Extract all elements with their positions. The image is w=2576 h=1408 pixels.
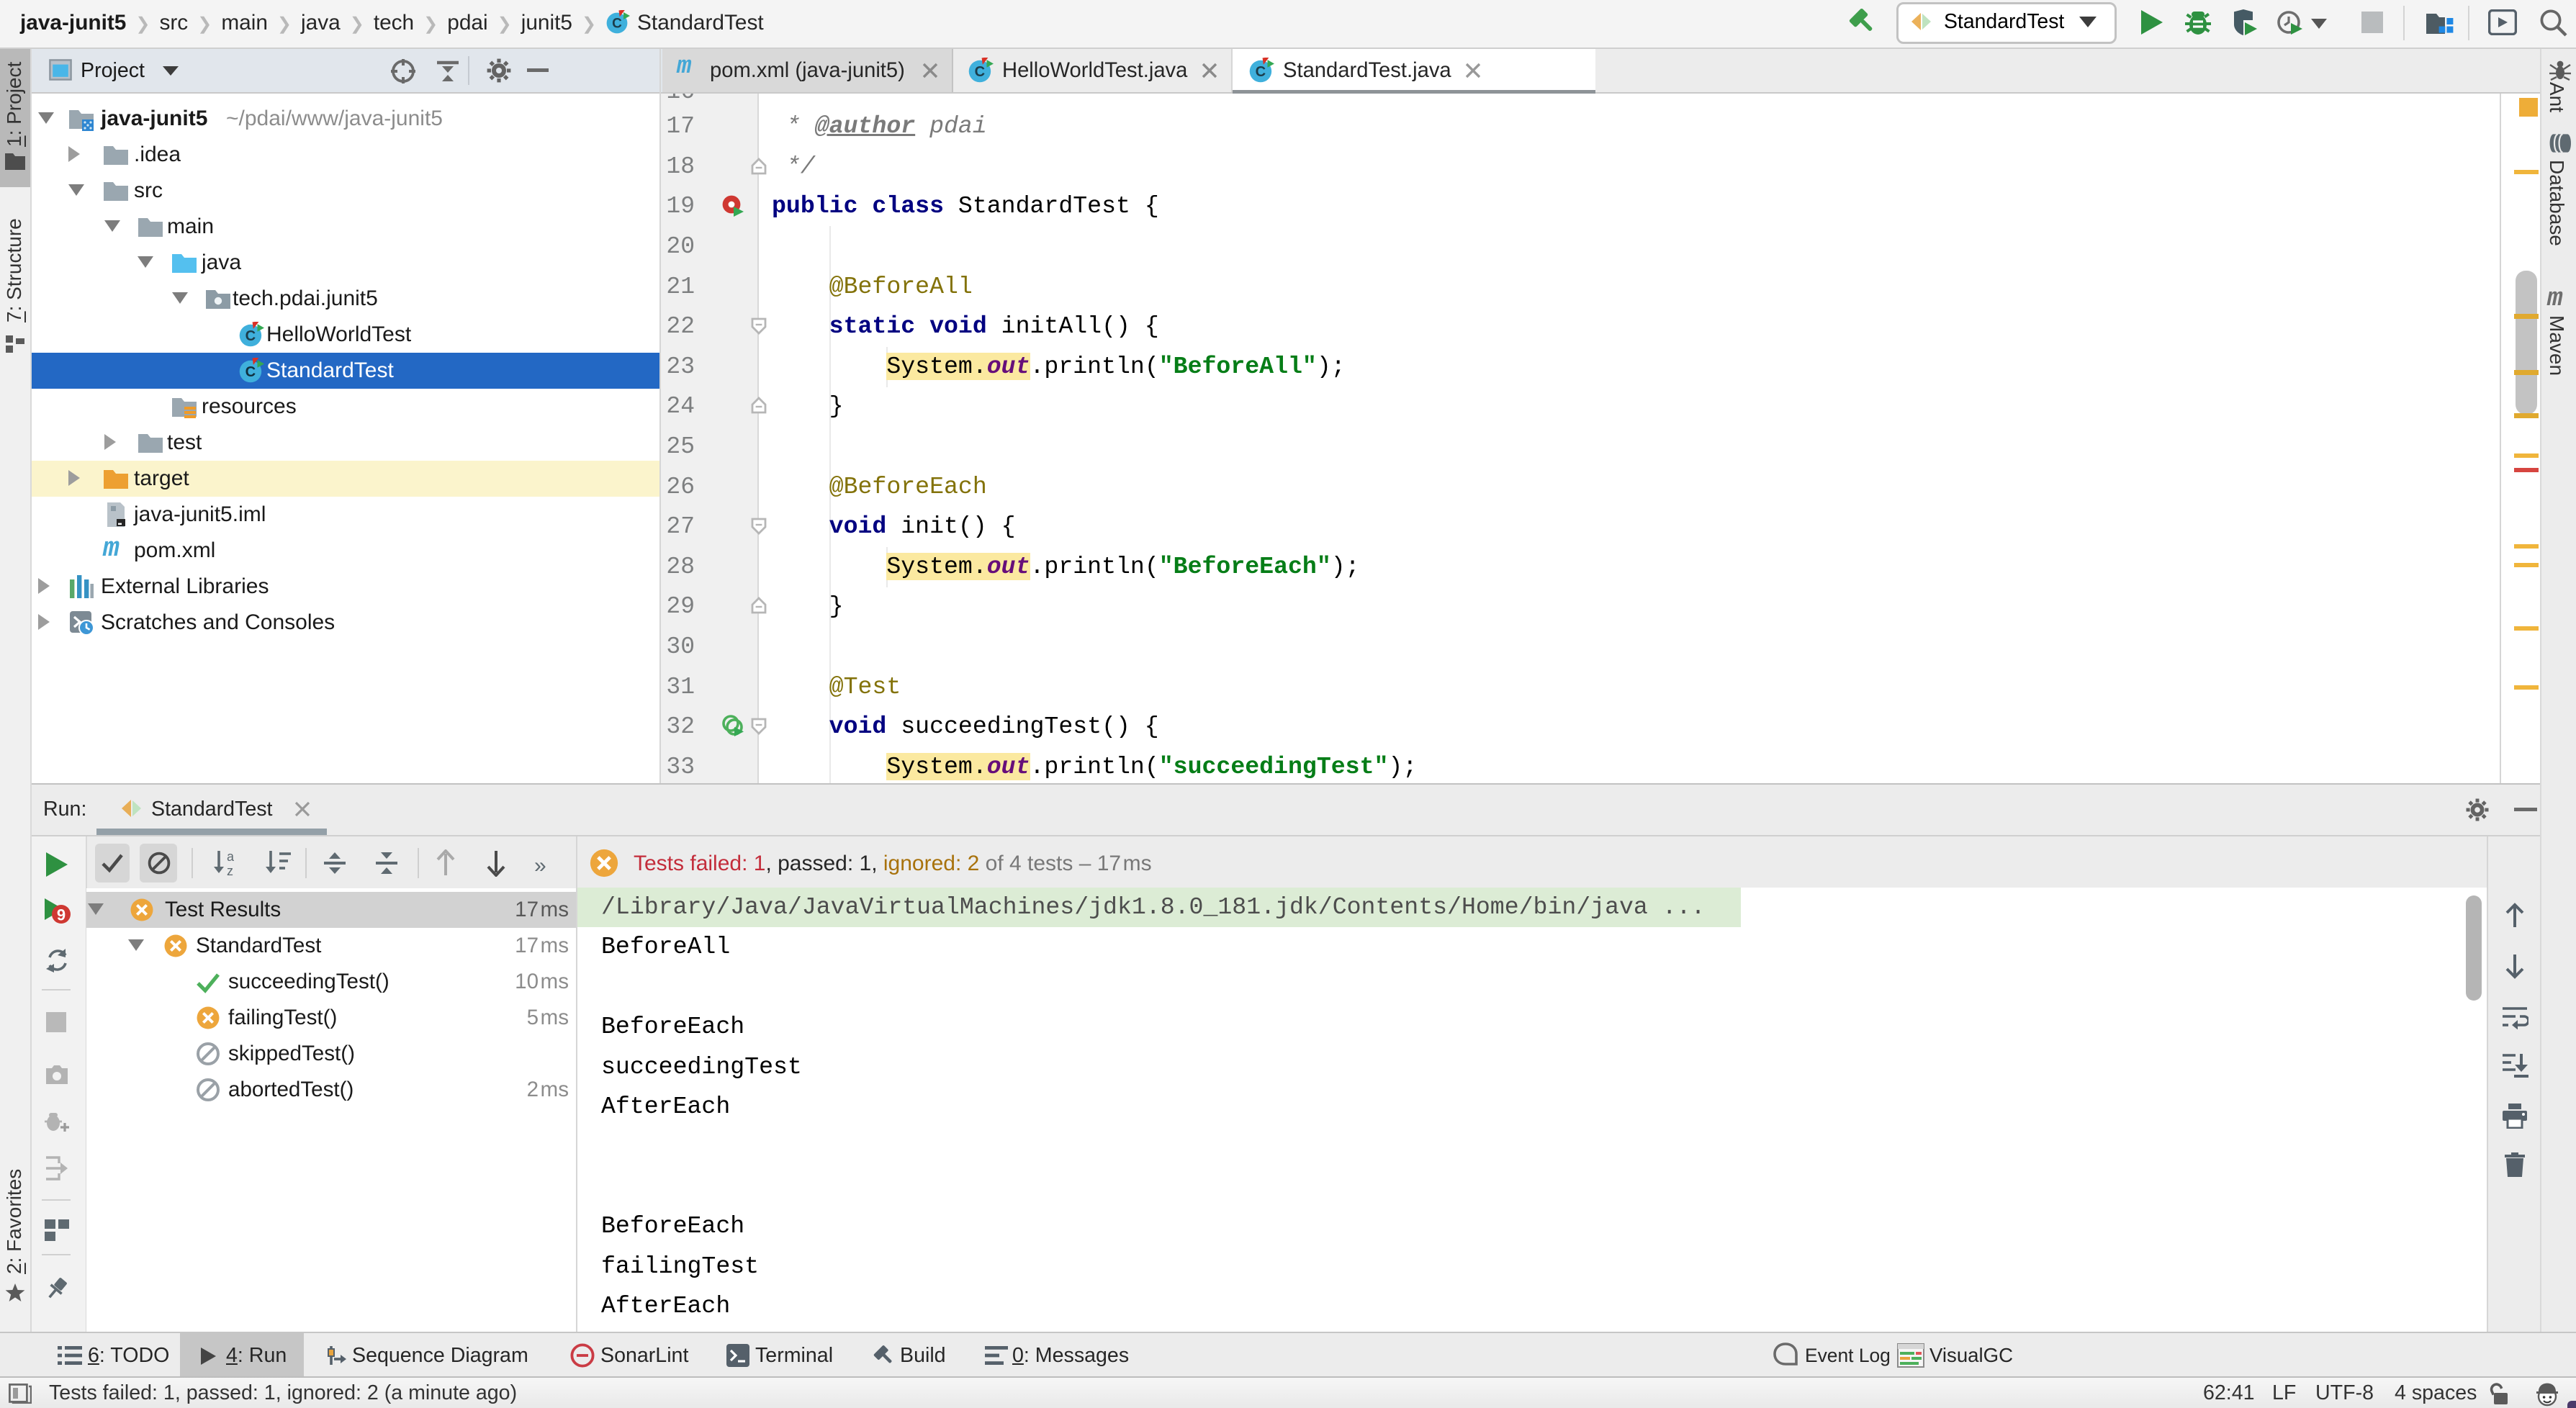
svg-text:9: 9 <box>57 906 66 924</box>
svg-text:C: C <box>246 364 256 380</box>
svg-text:C: C <box>975 64 986 80</box>
svg-text:a: a <box>227 849 235 864</box>
svg-text:C: C <box>612 16 622 31</box>
svg-text:C: C <box>1256 64 1266 80</box>
svg-text:z: z <box>227 864 233 877</box>
svg-text:C: C <box>246 328 256 344</box>
